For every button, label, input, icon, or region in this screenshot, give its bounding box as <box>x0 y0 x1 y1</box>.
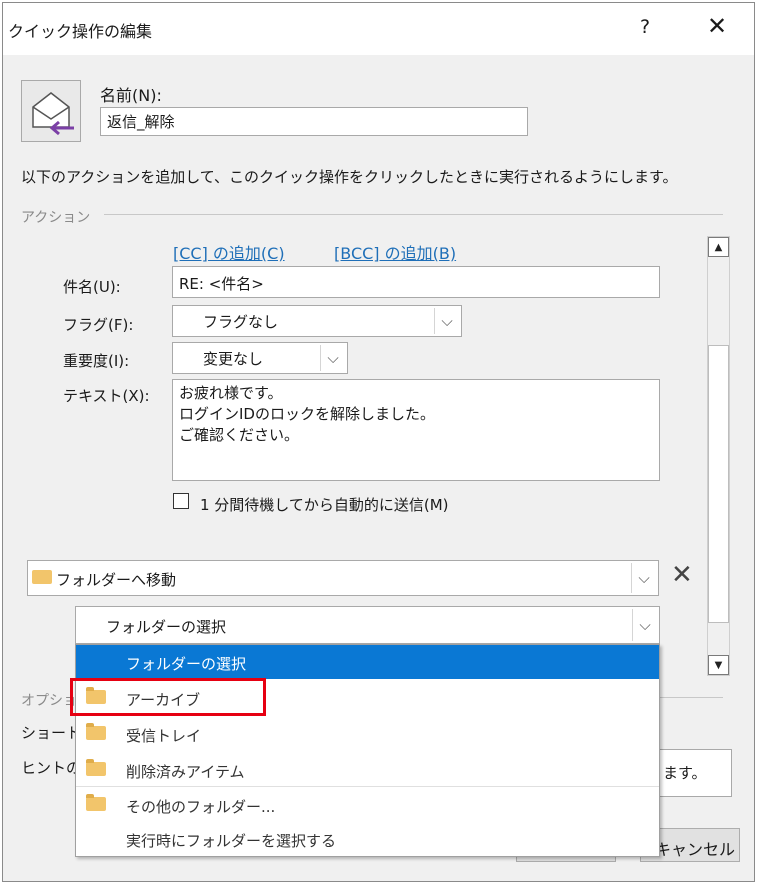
chevron-down-icon[interactable]: ⌵ <box>632 609 657 641</box>
scroll-down-icon[interactable]: ▼ <box>708 655 729 675</box>
text-label: テキスト(X): <box>63 387 150 405</box>
actions-group-line <box>104 214 723 215</box>
folder-select-value: フォルダーの選択 <box>106 618 227 636</box>
dropdown-separator <box>76 786 659 787</box>
add-cc-link[interactable]: [CC] の追加(C) <box>173 240 285 264</box>
body-line: お疲れ様です。 <box>179 384 283 402</box>
scroll-up-icon[interactable]: ▲ <box>708 237 729 257</box>
dropdown-item-deleted-items[interactable]: 削除済みアイテム <box>76 753 659 787</box>
flag-select[interactable]: フラグなし ⌵ <box>172 305 462 337</box>
description-text: 以下のアクションを追加して、このクイック操作をクリックしたときに実行されるように… <box>21 168 678 186</box>
flag-label: フラグ(F): <box>63 316 134 334</box>
importance-select[interactable]: 変更なし ⌵ <box>172 342 348 374</box>
hint-text: ます。 <box>663 764 707 782</box>
subject-label: 件名(U): <box>63 278 121 296</box>
dropdown-item-other-folders[interactable]: その他のフォルダー... <box>76 788 659 822</box>
importance-label: 重要度(I): <box>63 352 130 370</box>
folder-icon <box>86 723 106 740</box>
remove-action-button[interactable]: ✕ <box>671 560 693 590</box>
body-textarea[interactable]: お疲れ様です。 ログインIDのロックを解除しました。 ご確認ください。 <box>172 379 660 481</box>
reply-envelope-icon <box>32 92 74 136</box>
hint-textarea[interactable]: ます。 <box>648 749 732 797</box>
help-button[interactable]: ? <box>640 16 650 38</box>
dropdown-item-select-folder[interactable]: フォルダーの選択 <box>76 645 659 679</box>
body-line: ご確認ください。 <box>179 426 300 444</box>
highlight-box <box>70 678 266 716</box>
window-title: クイック操作の編集 <box>8 22 153 41</box>
name-label: 名前(N): <box>100 86 162 105</box>
quick-step-icon-button[interactable] <box>21 80 81 142</box>
cancel-button-label: キャンセル <box>655 840 736 859</box>
name-input[interactable]: 返信_解除 <box>100 107 528 136</box>
folder-move-icon <box>86 794 106 811</box>
folder-move-icon <box>32 570 52 584</box>
dropdown-item-choose-at-runtime[interactable]: 実行時にフォルダーを選択する <box>76 822 659 856</box>
folder-icon <box>86 759 106 776</box>
dropdown-item-inbox[interactable]: 受信トレイ <box>76 717 659 751</box>
subject-input[interactable]: RE: <件名> <box>172 266 660 298</box>
folder-select[interactable]: フォルダーの選択 ⌵ <box>75 606 660 644</box>
flag-value: フラグなし <box>203 313 279 331</box>
chevron-down-icon[interactable]: ⌵ <box>631 563 656 593</box>
chevron-down-icon[interactable]: ⌵ <box>434 308 459 334</box>
delay-send-label: 1 分間待機してから自動的に送信(M) <box>200 496 449 514</box>
close-button[interactable]: ✕ <box>707 12 727 40</box>
move-action-value: フォルダーへ移動 <box>56 571 177 589</box>
move-action-select[interactable]: フォルダーへ移動 ⌵ <box>27 560 659 596</box>
options-group-label: オプショ <box>21 693 77 709</box>
delay-send-checkbox[interactable] <box>173 493 189 509</box>
folder-dropdown-list[interactable]: フォルダーの選択 アーカイブ 受信トレイ 削除済みアイテム その他のフォルダー.… <box>75 644 660 857</box>
body-line: ログインIDのロックを解除しました。 <box>179 405 435 423</box>
importance-value: 変更なし <box>203 350 264 368</box>
add-bcc-link[interactable]: [BCC] の追加(B) <box>334 240 456 264</box>
chevron-down-icon[interactable]: ⌵ <box>320 345 345 371</box>
hint-label: ヒントの <box>21 759 82 777</box>
actions-group-label: アクション <box>21 210 91 226</box>
scrollbar-thumb[interactable] <box>708 345 729 623</box>
